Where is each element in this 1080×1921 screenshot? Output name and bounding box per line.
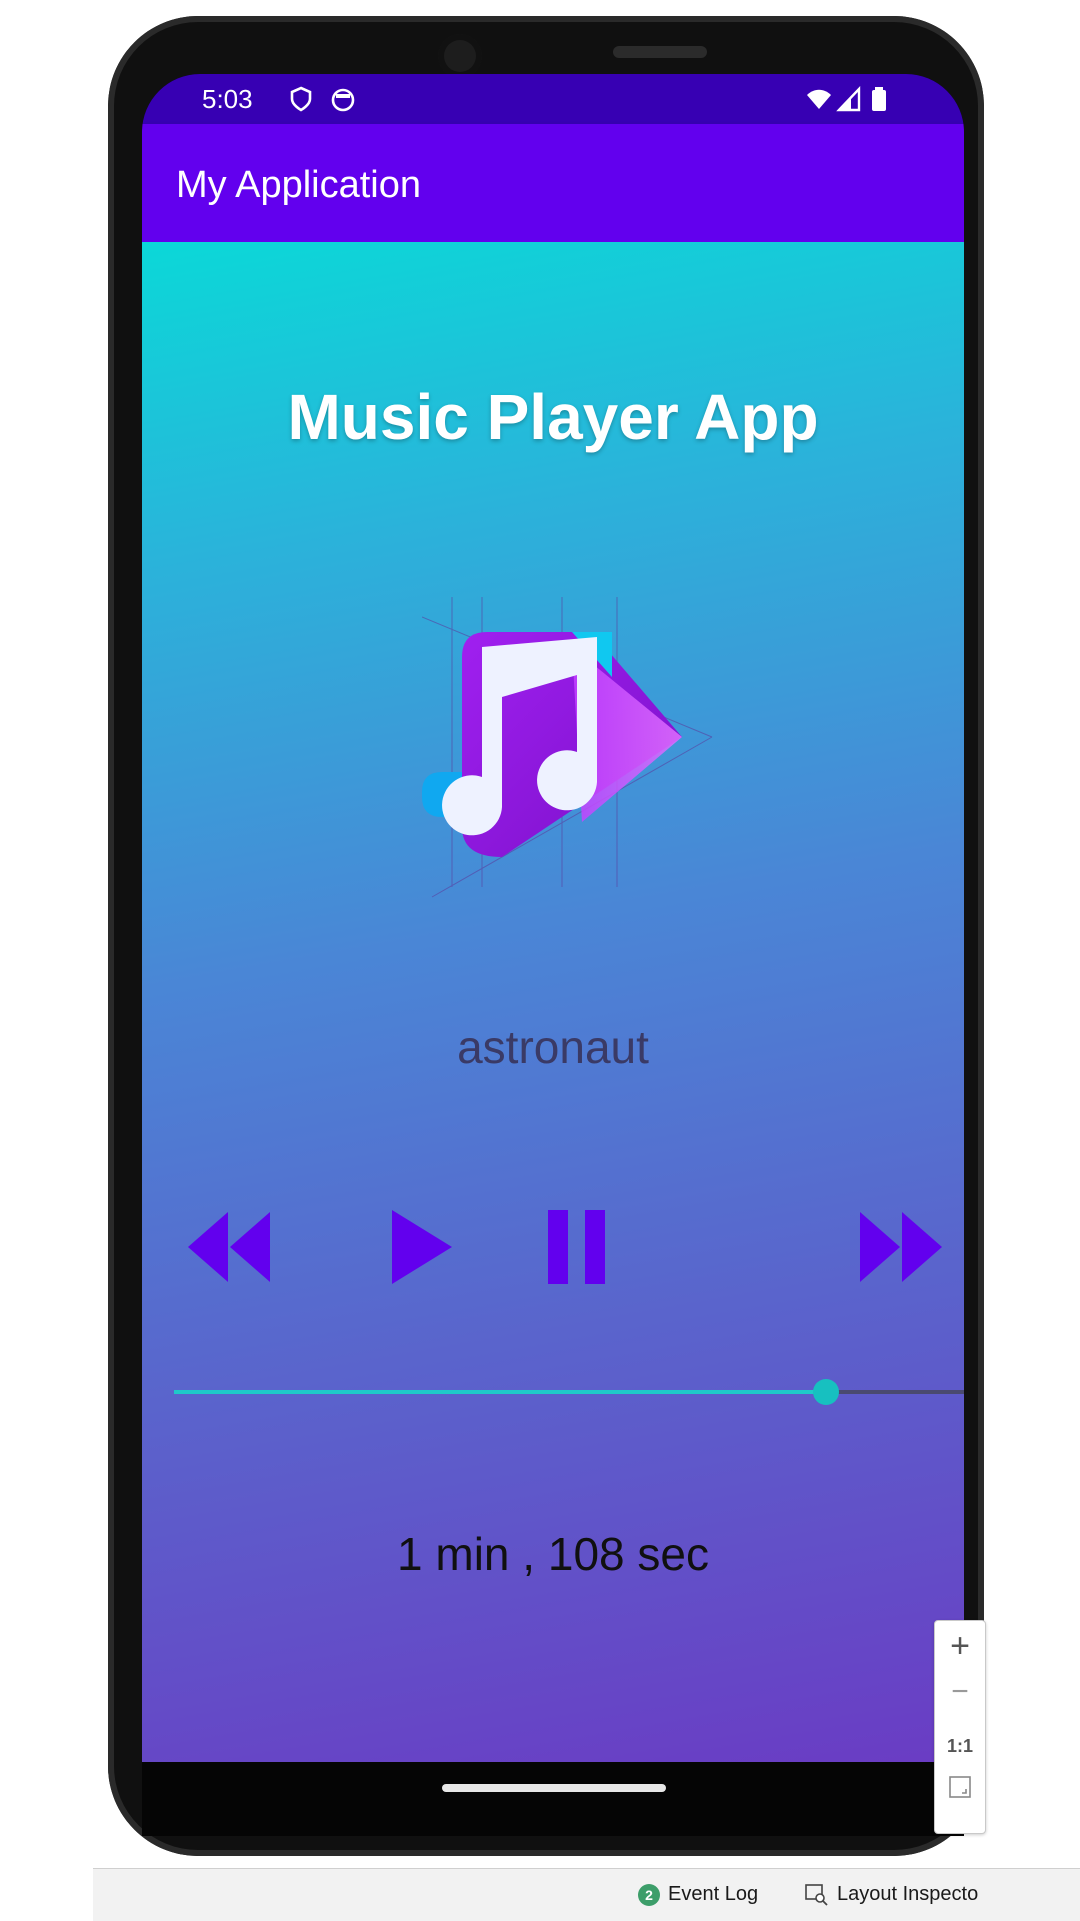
shield-icon: [290, 86, 312, 112]
event-log-badge: 2: [638, 1883, 660, 1906]
player-content: Music Player App astronaut 1 min , 108 s…: [142, 242, 964, 1762]
event-log-button[interactable]: 2 Event Log: [638, 1883, 758, 1906]
home-gesture-handle[interactable]: [442, 1784, 666, 1792]
fit-screen-icon[interactable]: [948, 1775, 972, 1799]
app-title: My Application: [176, 164, 422, 206]
android-notification-icon: [331, 88, 355, 112]
zoom-controls: + − 1:1: [934, 1620, 986, 1834]
seek-thumb[interactable]: [812, 1379, 839, 1405]
front-camera: [438, 34, 482, 78]
ide-left-margin: [0, 0, 93, 1920]
event-log-label: Event Log: [668, 1883, 759, 1905]
zoom-in-button[interactable]: +: [935, 1621, 985, 1671]
music-note-logo-icon: [422, 597, 713, 898]
playback-controls: [142, 1202, 964, 1292]
cell-signal-icon: [836, 86, 861, 112]
app-bar: My Application: [142, 124, 964, 242]
track-name: astronaut: [457, 1021, 649, 1073]
ide-bottom-bar: 2 Event Log Layout Inspecto: [93, 1868, 1080, 1921]
wifi-icon: [807, 89, 831, 109]
duration-text: 1 min , 108 sec: [397, 1528, 709, 1580]
battery-icon: [872, 87, 886, 111]
status-bar: 5:03: [142, 74, 964, 124]
fast-forward-icon[interactable]: [852, 1202, 952, 1292]
status-time: 5:03: [202, 84, 253, 114]
layout-inspector-label: Layout Inspecto: [837, 1883, 979, 1905]
navigation-bar: [142, 1762, 964, 1836]
seek-progress: [174, 1390, 826, 1394]
zoom-reset-button[interactable]: 1:1: [935, 1721, 985, 1771]
rewind-icon[interactable]: [178, 1202, 278, 1292]
ide-right-margin: [985, 0, 1080, 1920]
seek-bar[interactable]: [174, 1377, 964, 1407]
layout-inspector-button[interactable]: Layout Inspecto: [805, 1883, 978, 1906]
earpiece-speaker: [613, 46, 707, 58]
zoom-out-button[interactable]: −: [935, 1667, 985, 1717]
layout-inspector-icon: [805, 1883, 828, 1906]
page-title: Music Player App: [287, 381, 819, 453]
pause-icon[interactable]: [528, 1202, 628, 1292]
device-screen: 5:03 My Application Music Player App ast…: [142, 74, 964, 1762]
play-icon[interactable]: [372, 1202, 472, 1292]
